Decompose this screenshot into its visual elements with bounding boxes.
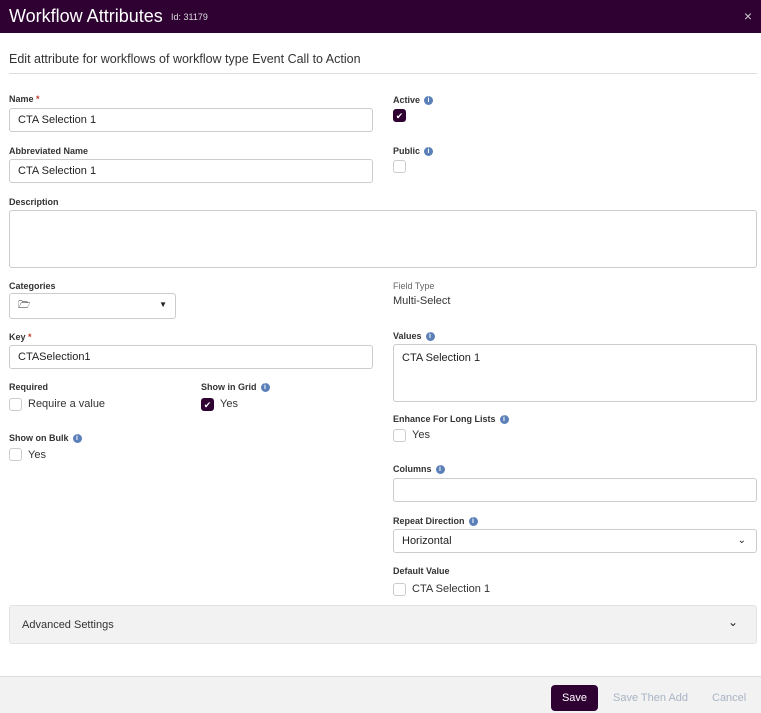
abbreviated-name-input[interactable]: CTA Selection 1 [9,159,373,183]
public-label: Public i [393,146,434,156]
show-on-bulk-checkbox[interactable] [9,448,22,461]
enhance-label: Enhance For Long Lists i [393,414,509,424]
field-type-label: Field Type [393,281,435,291]
info-icon[interactable]: i [260,383,270,392]
name-label: Name * [9,94,40,104]
values-textarea[interactable]: CTA Selection 1 [393,344,757,402]
cancel-button[interactable]: Cancel [712,692,746,704]
advanced-settings-label: Advanced Settings [22,619,114,631]
info-icon[interactable]: i [435,465,445,474]
default-value-option: CTA Selection 1 [412,583,491,595]
public-checkbox[interactable] [393,160,406,173]
key-input[interactable]: CTASelection1 [9,345,373,369]
enhance-checkbox[interactable] [393,429,406,442]
show-in-grid-label: Show in Grid i [201,382,270,392]
divider [9,73,757,74]
page-subtitle: Edit attribute for workflows of workflow… [9,52,361,66]
categories-picker[interactable]: 🗁 ▼ [9,293,176,319]
info-icon[interactable]: i [424,147,434,156]
columns-label: Columns i [393,464,445,474]
close-icon[interactable]: × [744,8,752,24]
categories-label: Categories [9,281,56,291]
info-icon[interactable]: i [424,96,434,105]
chevron-down-icon: ⌄ [727,615,738,629]
modal-title: Workflow Attributes [9,6,163,26]
repeat-direction-label: Repeat Direction i [393,516,478,526]
info-icon[interactable]: i [499,415,509,424]
name-input[interactable]: CTA Selection 1 [9,108,373,132]
default-value-label: Default Value [393,566,450,576]
save-then-add-button[interactable]: Save Then Add [613,692,688,704]
description-textarea[interactable] [9,210,757,268]
modal-header: Workflow Attributes Id: 31179 × [0,0,761,33]
chevron-down-icon: ⌄ [737,535,746,546]
repeat-direction-value: Horizontal [402,535,452,547]
record-id: Id: 31179 [171,12,208,22]
required-option: Require a value [28,398,106,410]
caret-down-icon: ▼ [159,300,167,309]
key-label: Key * [9,332,32,342]
required-checkbox[interactable] [9,398,22,411]
info-icon[interactable]: i [72,434,82,443]
field-type-value: Multi-Select [393,295,451,307]
required-label: Required [9,382,49,392]
save-button[interactable]: Save [551,685,598,711]
show-on-bulk-label: Show on Bulk i [9,433,82,443]
active-label: Active i [393,95,434,105]
show-on-bulk-option: Yes [28,449,46,461]
active-checkbox[interactable]: ✔ [393,109,406,122]
show-in-grid-checkbox[interactable]: ✔ [201,398,214,411]
default-value-checkbox[interactable] [393,583,406,596]
info-icon[interactable]: i [468,517,478,526]
enhance-option: Yes [412,429,430,441]
values-label: Values i [393,331,435,341]
info-icon[interactable]: i [425,332,435,341]
advanced-settings-panel[interactable]: Advanced Settings ⌄ [9,605,757,644]
columns-input[interactable] [393,478,757,502]
description-label: Description [9,197,59,207]
repeat-direction-select[interactable]: Horizontal ⌄ [393,529,757,553]
show-in-grid-option: Yes [220,398,238,410]
abbreviated-name-label: Abbreviated Name [9,146,89,156]
folder-open-icon: 🗁 [18,300,31,311]
